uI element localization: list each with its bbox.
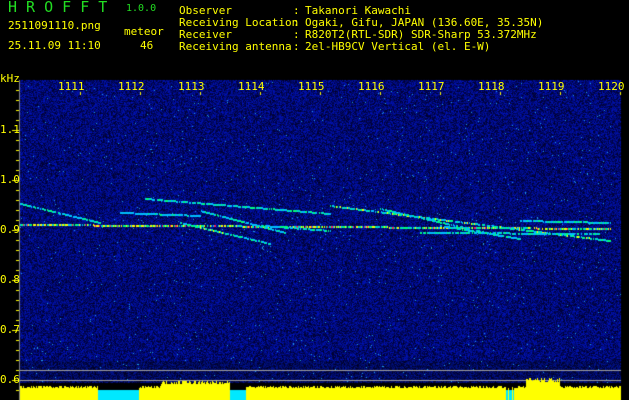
spectrogram-canvas (0, 0, 629, 400)
hrofft-window: H R O F F T 1.0.0 2511091110.png 25.11.0… (0, 0, 629, 400)
x-tick-label: 1113 (178, 80, 205, 93)
y-tick-label: 0.6 (0, 373, 20, 386)
y-axis-unit: kHz (0, 72, 20, 85)
datetime: 25.11.09 11:10 (8, 39, 101, 52)
x-tick-label: 1115 (298, 80, 325, 93)
meteor-count-label: meteor (124, 25, 164, 38)
filename: 2511091110.png (8, 19, 101, 32)
y-tick-label: 1.0 (0, 173, 20, 186)
x-tick-label: 1112 (118, 80, 145, 93)
info-value-antenna: 2el-HB9CV Vertical (el. E-W) (305, 40, 491, 53)
x-tick-label: 1118 (478, 80, 505, 93)
info-colon: : (293, 40, 300, 53)
x-tick-label: 1111 (58, 80, 85, 93)
x-tick-label: 1119 (538, 80, 565, 93)
x-tick-label: 1117 (418, 80, 445, 93)
info-label-antenna: Receiving antenna (179, 40, 292, 53)
x-tick-label: 1120 (598, 80, 625, 93)
y-tick-label: 1.1 (0, 123, 20, 136)
y-tick-label: 0.8 (0, 273, 20, 286)
app-version: 1.0.0 (126, 3, 157, 14)
x-tick-label: 1114 (238, 80, 265, 93)
app-name: H R O F F T (8, 0, 108, 16)
y-tick-label: 0.9 (0, 223, 20, 236)
meteor-count-value: 46 (140, 39, 154, 52)
y-tick-label: 0.7 (0, 323, 20, 336)
x-tick-label: 1116 (358, 80, 385, 93)
